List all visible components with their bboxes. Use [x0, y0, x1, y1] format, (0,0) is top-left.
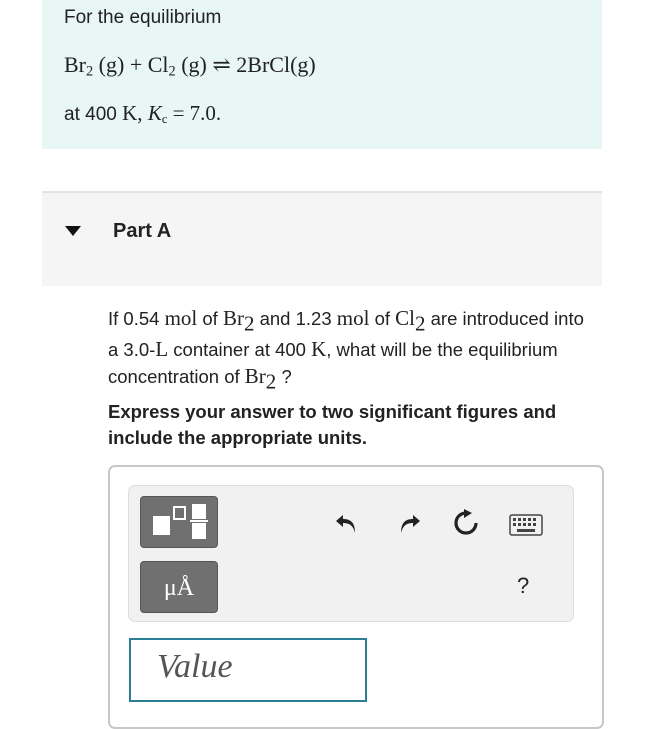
template-small-box-icon: [173, 506, 186, 520]
reactant-cl: Cl: [147, 52, 169, 77]
keyboard-icon[interactable]: [509, 514, 543, 536]
equilibrium-equation: Br2 (g) + Cl2 (g) ⇌ 2BrCl(g): [64, 52, 316, 80]
part-a-header[interactable]: Part A: [42, 193, 602, 286]
help-button[interactable]: ?: [517, 573, 529, 599]
units-button[interactable]: μÅ: [140, 561, 218, 613]
fraction-denominator-icon: [192, 523, 206, 539]
part-title: Part A: [113, 220, 172, 242]
collapse-caret-icon[interactable]: [65, 226, 81, 236]
fraction-bar-icon: [190, 520, 208, 522]
intro-condition: at 400 K, Kc = 7.0.: [64, 101, 222, 127]
value-input[interactable]: Value: [129, 638, 367, 702]
fraction-numerator-icon: [192, 504, 206, 519]
product-brcl: 2BrCl(g): [236, 52, 316, 77]
intro-lead: For the equilibrium: [64, 7, 222, 28]
templates-button[interactable]: [140, 496, 218, 548]
math-toolbar: μÅ ?: [128, 485, 574, 622]
answer-instruction: Express your answer to two significant f…: [108, 401, 557, 448]
equilibrium-arrow: ⇌: [212, 52, 231, 77]
question-text: If 0.54 mol of Br2 and 1.23 mol of Cl2 a…: [108, 306, 584, 394]
undo-icon[interactable]: [333, 509, 361, 537]
reactant-br: Br: [64, 52, 86, 77]
reset-icon[interactable]: [451, 508, 481, 538]
template-box-icon: [153, 516, 170, 535]
redo-icon[interactable]: [395, 509, 423, 537]
problem-intro: For the equilibrium Br2 (g) + Cl2 (g) ⇌ …: [42, 0, 602, 149]
answer-box: μÅ ? Value: [108, 465, 604, 729]
